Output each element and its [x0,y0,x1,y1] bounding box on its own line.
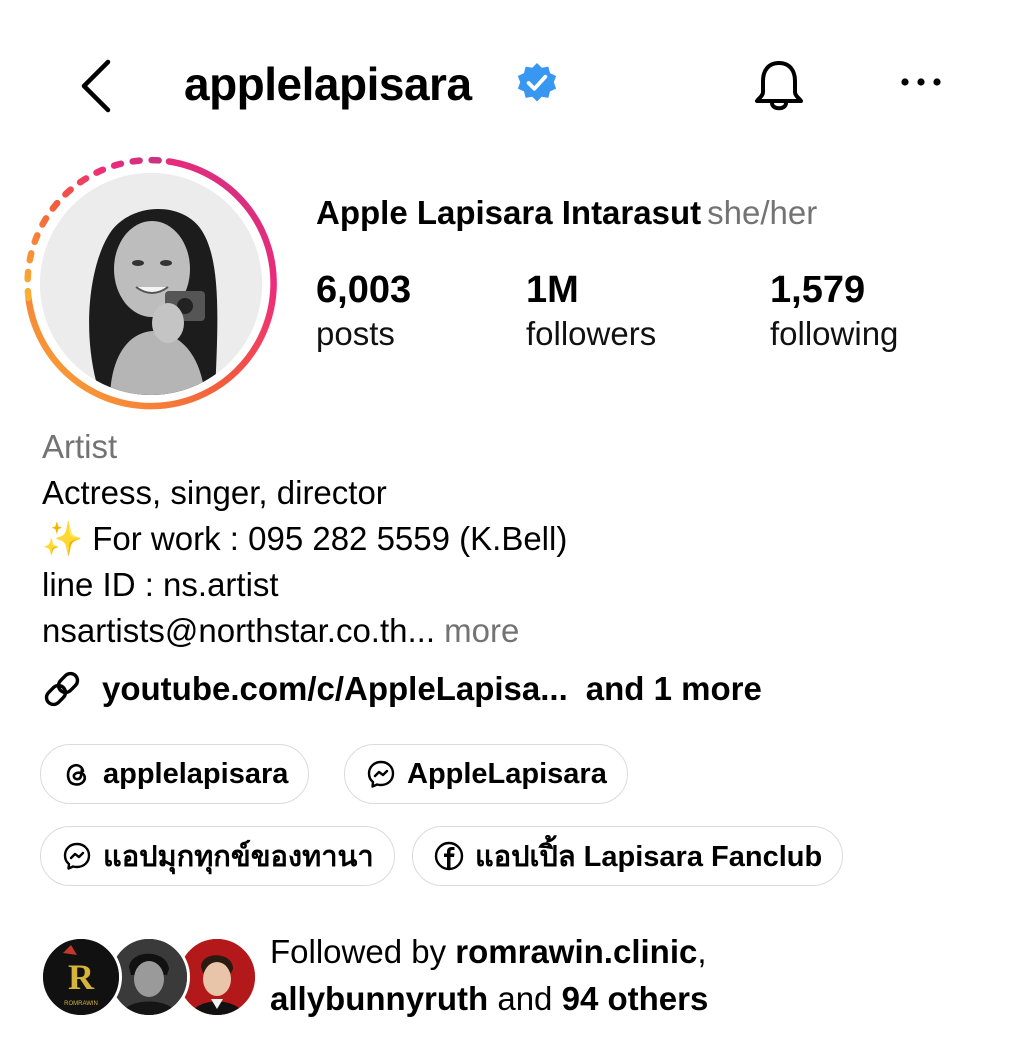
posts-value: 6,003 [316,269,412,311]
followed-by-sep: , [697,933,707,970]
link-and-more: and 1 more [585,670,762,707]
followed-by-text[interactable]: Followed by romrawin.clinic, allybunnyru… [270,928,970,1022]
threads-icon [66,763,87,786]
mutual-user-1: romrawin.clinic [455,933,698,970]
back-icon [81,59,111,113]
bio-email-text: nsartists@northstar.co.th... [42,612,435,649]
bio-line: line ID : ns.artist [42,566,279,603]
chip-facebook[interactable]: แอปเปิ้ล Lapisara Fanclub [412,826,844,886]
more-options-button[interactable] [895,62,947,102]
mutual-followers-avatars[interactable]: R ROMRAWIN [40,936,260,1018]
followers-count[interactable]: 1M followers [526,270,656,358]
link-icon [44,671,80,707]
posts-label: posts [316,315,395,352]
top-bar: applelapisara [0,40,1024,130]
mutual-others-count: 94 others [561,980,709,1017]
romrawin-logo-sub: ROMRAWIN [64,1001,98,1007]
chip-messenger-1[interactable]: AppleLapisara [344,744,628,804]
bio-line: Actress, singer, director [42,474,387,511]
messenger-icon [63,842,91,870]
profile-bio: Artist Actress, singer, director ✨ For w… [42,424,982,654]
profile-avatar[interactable] [22,155,280,413]
facebook-icon [434,841,464,871]
bio-more-link[interactable]: more [444,612,519,649]
followers-label: followers [526,315,657,352]
romrawin-logo-letter: R [68,957,95,997]
full-name-text: Apple Lapisara Intarasut [316,194,702,231]
following-value: 1,579 [770,269,866,311]
profile-username: applelapisara [184,58,472,110]
category-label: Artist [42,428,118,465]
profile-full-name: Apple Lapisara Intarasut she/her [316,194,817,232]
chip-label: applelapisara [103,757,289,790]
followed-by-mid: and [488,980,562,1017]
more-icon [901,78,941,86]
bio-line: ✨ For work : 095 282 5559 (K.Bell) [42,516,982,562]
external-link[interactable]: youtube.com/c/AppleLapisa... and 1 more [42,666,762,712]
chip-label: แอปมุกทุกข์ของทานา [103,841,374,873]
posts-count[interactable]: 6,003 posts [316,270,411,358]
sparkles-emoji: ✨ [42,520,84,557]
avatar-photo [40,173,262,395]
link-url: youtube.com/c/AppleLapisa... [102,670,568,707]
mutual-avatar-romrawin: R ROMRAWIN [40,936,122,1018]
notifications-button[interactable] [748,54,810,116]
mutual-user-2: allybunnyruth [270,980,489,1017]
chip-label: AppleLapisara [407,757,607,790]
bio-work-text: For work : 095 282 5559 (K.Bell) [83,520,568,557]
followers-value: 1M [526,269,579,311]
followed-by-prefix: Followed by [270,933,456,970]
chip-messenger-2[interactable]: แอปมุกทุกข์ของทานา [40,826,395,886]
bell-icon [755,61,803,111]
bio-line: nsartists@northstar.co.th... more [42,608,982,654]
verified-badge-icon [517,63,557,102]
chip-threads[interactable]: applelapisara [40,744,310,804]
following-label: following [770,315,899,352]
back-button[interactable] [70,54,130,114]
pronouns: she/her [707,194,818,231]
following-count[interactable]: 1,579 following [770,270,898,358]
messenger-icon [367,760,395,788]
chip-label: แอปเปิ้ล Lapisara Fanclub [475,841,823,873]
